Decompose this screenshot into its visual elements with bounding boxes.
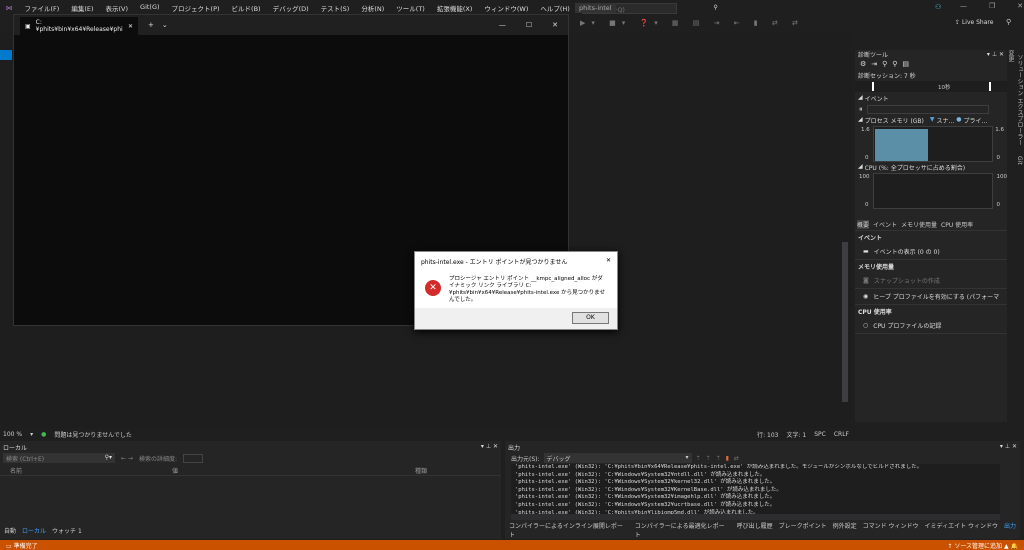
- tab-close-icon[interactable]: ✕: [128, 23, 133, 30]
- project-name: phits-intel: [575, 3, 616, 13]
- diag-tab[interactable]: 概要: [857, 220, 870, 229]
- error-icon: ✕: [425, 280, 441, 296]
- output-line: 'phits-intel.exe' (Win32): 'C:¥phits¥bin…: [515, 464, 923, 470]
- take-snapshot[interactable]: ◙ スナップショットの作成: [855, 273, 1007, 289]
- menu-item[interactable]: ツール(T): [390, 3, 431, 13]
- output-tab[interactable]: コンパイラーによる最適化レポート: [635, 521, 731, 539]
- panel-controls[interactable]: ▾ ⊥ ✕: [1000, 443, 1017, 450]
- source-control-button[interactable]: ↑ ソース管理に追加 ▲: [947, 543, 1008, 550]
- panel-controls[interactable]: ▾ ⊥ ✕: [481, 443, 498, 450]
- locals-tab[interactable]: 自動: [4, 526, 16, 535]
- status-icon: ▭: [6, 542, 14, 550]
- close-button[interactable]: ✕: [1017, 2, 1023, 10]
- status-bar: ▭ 準備完了 ↑ ソース管理に追加 ▲ 🔔: [0, 540, 1024, 550]
- menu-item[interactable]: ビルド(B): [226, 3, 267, 13]
- output-panel: 出力 ▾ ⊥ ✕ 出力元(S): デバッグ ▾ ⇡⇡⇡▮⇄ 'phits-intel…: [505, 441, 1020, 539]
- locals-search-input[interactable]: 検索 (Ctrl+E) ⚲▾: [3, 453, 115, 463]
- session-label: 診断セッション: 7 秒: [858, 73, 916, 80]
- bell-icon[interactable]: 🔔: [1011, 543, 1018, 550]
- output-tab[interactable]: コンパイラーによるインライン展開レポート: [509, 521, 629, 539]
- cpu-chart: 100 0 100 0: [859, 173, 1007, 209]
- console-maximize[interactable]: ☐: [526, 21, 532, 29]
- ok-button[interactable]: OK: [572, 312, 609, 324]
- toolbar-icons[interactable]: ▶▾ ■▾ ❓▾ ▦ ▤ ⇥ ⇤ ▮ ⇄ ⇄: [580, 19, 804, 27]
- diag-tab[interactable]: イベント: [873, 220, 897, 229]
- editor-status: 100 % ▾ ● 問題は見つかりませんでした 行: 103 文字: 1 SPC CRLF: [0, 429, 852, 440]
- side-tabs: ソリューション エクスプローラー Git 変更: [1007, 50, 1024, 170]
- output-tab[interactable]: イミディエイト ウィンドウ: [925, 521, 999, 539]
- dialog-title: phits-intel.exe - エントリ ポイントが見つかりません: [421, 259, 568, 266]
- dialog-close-button[interactable]: ✕: [606, 257, 611, 264]
- output-line: 'phits-intel.exe' (Win32): 'C:¥Windows¥S…: [515, 501, 776, 508]
- pause-icon[interactable]: ⏸: [859, 105, 863, 114]
- back-icon[interactable]: ← →: [121, 455, 133, 462]
- output-tab[interactable]: 呼び出し履歴: [737, 521, 773, 539]
- minimize-button[interactable]: —: [960, 2, 967, 10]
- vs-logo-icon: ⋈: [6, 4, 13, 12]
- feedback-icon[interactable]: ⚲: [1006, 18, 1011, 26]
- output-text[interactable]: 'phits-intel.exe' (Win32): 'C:¥phits¥bin…: [511, 464, 1000, 514]
- console-close[interactable]: ✕: [552, 21, 558, 29]
- menu-item[interactable]: ファイル(F): [19, 3, 66, 13]
- menu-item[interactable]: 表示(V): [100, 3, 135, 13]
- menu-item[interactable]: ウィンドウ(W): [478, 3, 534, 13]
- left-tab[interactable]: [0, 50, 12, 60]
- locals-tab[interactable]: ウォッチ 1: [52, 526, 82, 535]
- menu-item[interactable]: ヘルプ(H): [534, 3, 575, 13]
- output-line: 'phits-intel.exe' (Win32): 'C:¥Windows¥S…: [515, 479, 776, 486]
- panel-title: 診断ツール: [858, 52, 889, 59]
- panel-controls[interactable]: ▾ ⊥ ✕: [987, 51, 1004, 58]
- output-tab[interactable]: 例外設定: [833, 521, 857, 539]
- output-tab[interactable]: コマンド ウィンドウ: [863, 521, 919, 539]
- search-icon: ⚲▾: [104, 454, 112, 461]
- menu-item[interactable]: プロジェクト(P): [166, 3, 226, 13]
- output-line: 'phits-intel.exe' (Win32): 'C:¥Windows¥S…: [515, 494, 776, 501]
- dialog-message: プロシージャ エントリ ポイント __kmpc_aligned_alloc がダ…: [449, 276, 605, 303]
- terminal-icon: ▣: [25, 22, 31, 30]
- cpu-profile[interactable]: ○ CPU プロファイルの記録: [855, 318, 1007, 334]
- check-icon: ●: [41, 431, 47, 438]
- maximize-button[interactable]: ❐: [989, 2, 995, 10]
- dropdown-icon[interactable]: ⌄: [162, 21, 168, 29]
- solution-explorer-tab[interactable]: ソリューション エクスプローラー: [1016, 50, 1023, 150]
- live-share-button[interactable]: ⇪ Live Share: [955, 19, 993, 26]
- search-icon: ⚲: [713, 3, 718, 11]
- locals-panel: ローカル ▾ ⊥ ✕ 検索 (Ctrl+E) ⚲▾ ← → 検索の詳細度: 名前値種類…: [0, 441, 501, 539]
- diag-tab[interactable]: メモリ使用量: [901, 220, 937, 229]
- menu-item[interactable]: 編集(E): [65, 3, 99, 13]
- output-toolbar[interactable]: ⇡⇡⇡▮⇄: [696, 455, 744, 462]
- timeline[interactable]: 10秒: [855, 81, 1007, 92]
- menu-item[interactable]: Git(G): [134, 3, 166, 13]
- editor-scrollbar[interactable]: [842, 242, 848, 402]
- depth-select[interactable]: [183, 453, 203, 463]
- show-events[interactable]: ▬ イベントの表示 (0 の 0): [855, 244, 1007, 260]
- new-tab-button[interactable]: +: [148, 21, 154, 29]
- memory-chart: 1.6 0 1.6 0: [861, 126, 1004, 162]
- diag-toolbar[interactable]: ⚙⇥⚲⚲▤: [855, 59, 1007, 71]
- diagnostic-tools-panel: 診断ツール ▾ ⊥ ✕ ⚙⇥⚲⚲▤ 診断セッション: 7 秒 10秒 ◢ イベント …: [855, 50, 1007, 422]
- menu-item[interactable]: デバッグ(D): [267, 3, 315, 13]
- error-dialog: phits-intel.exe - エントリ ポイントが見つかりません ✕ ✕ プロ…: [414, 251, 618, 330]
- account-icon[interactable]: ⚇: [935, 3, 941, 11]
- console-minimize[interactable]: —: [499, 21, 506, 29]
- output-tab[interactable]: ブレークポイント: [779, 521, 827, 539]
- output-tab[interactable]: 出力: [1004, 521, 1016, 539]
- memory-bar: [875, 129, 929, 161]
- locals-tab[interactable]: ローカル: [22, 526, 46, 535]
- zoom-level[interactable]: 100 %: [3, 431, 22, 438]
- menu-item[interactable]: 拡張機能(X): [431, 3, 479, 13]
- heap-profile[interactable]: ◉ヒープ プロファイルを有効にする (パフォーマンスに影響しま: [855, 289, 1007, 305]
- diag-tab[interactable]: CPU 使用率: [941, 220, 973, 229]
- share-icon: ⇪: [955, 19, 962, 26]
- menu-item[interactable]: テスト(S): [315, 3, 356, 13]
- console-tab[interactable]: ▣ C:¥phits¥bin¥x64¥Release¥phi ✕: [20, 17, 138, 35]
- output-source-select[interactable]: デバッグ ▾: [543, 453, 692, 463]
- menu-item[interactable]: 分析(N): [355, 3, 390, 13]
